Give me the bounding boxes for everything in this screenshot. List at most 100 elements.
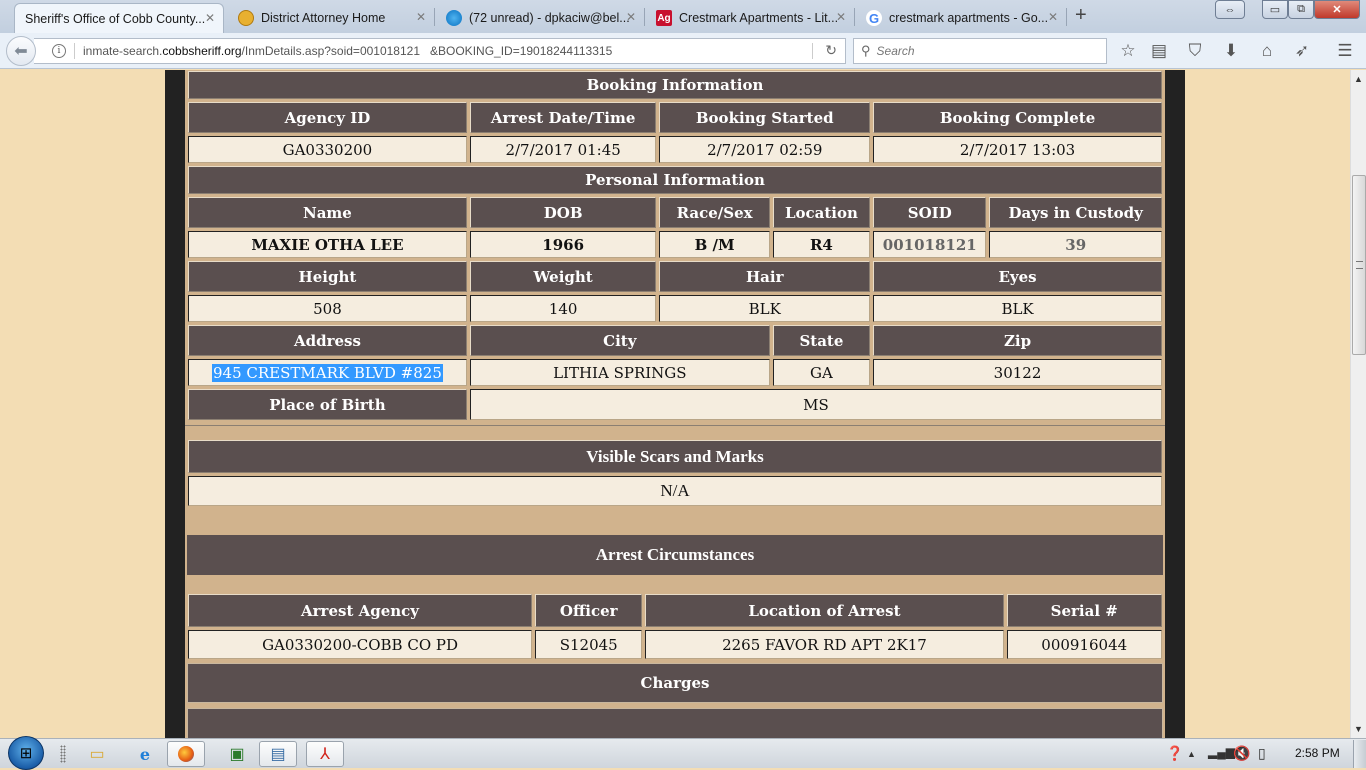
weight-header: Weight bbox=[469, 261, 657, 292]
soid-header: SOID bbox=[873, 197, 987, 228]
address-value-selected[interactable]: 945 CRESTMARK BLVD #825 bbox=[211, 363, 443, 382]
reload-separator bbox=[812, 43, 813, 59]
download-icon[interactable]: ⬇ bbox=[1220, 41, 1242, 61]
scrollbar-thumb[interactable] bbox=[1352, 175, 1366, 355]
acrobat-icon[interactable]: ⅄ bbox=[306, 741, 344, 767]
navigation-bar: i inmate-search.cobbsheriff.org/InmDetai… bbox=[0, 33, 1366, 69]
url-bar[interactable]: i inmate-search.cobbsheriff.org/InmDetai… bbox=[34, 38, 846, 64]
inmate-details: Booking Information Agency ID Arrest Dat… bbox=[185, 70, 1165, 738]
tab-close-icon[interactable]: ✕ bbox=[416, 10, 426, 24]
tab-google-search[interactable]: G crestmark apartments - Go... ✕ bbox=[856, 3, 1066, 33]
location-of-arrest-header: Location of Arrest bbox=[645, 594, 1004, 627]
document-viewer-icon[interactable]: ▤ bbox=[259, 741, 297, 767]
vertical-scrollbar[interactable]: ▲ ▼ bbox=[1350, 70, 1366, 738]
battery-icon[interactable]: ▯ bbox=[1258, 745, 1266, 762]
tab-close-icon[interactable]: ✕ bbox=[1048, 10, 1058, 24]
bookmark-star-icon[interactable]: ☆ bbox=[1117, 41, 1139, 61]
home-icon[interactable]: ⌂ bbox=[1256, 41, 1278, 61]
scroll-up-arrow-icon[interactable]: ▲ bbox=[1354, 74, 1363, 84]
task-manager-icon[interactable]: ▣ bbox=[218, 741, 256, 767]
city-value: LITHIA SPRINGS bbox=[469, 359, 770, 386]
att-globe-icon bbox=[446, 10, 462, 26]
hair-value: BLK bbox=[659, 295, 871, 322]
menu-icon[interactable]: ☰ bbox=[1334, 41, 1356, 61]
height-value: 508 bbox=[188, 295, 467, 322]
state-header: State bbox=[772, 325, 871, 356]
reload-icon[interactable]: ↻ bbox=[825, 42, 837, 59]
show-hidden-icons-icon[interactable]: ▲ bbox=[1187, 749, 1196, 759]
grip-icon bbox=[1356, 261, 1363, 269]
tab-sheriffs-office[interactable]: Sheriff's Office of Cobb County... ✕ bbox=[14, 3, 224, 33]
location-value: R4 bbox=[772, 231, 871, 258]
tab-close-icon[interactable]: ✕ bbox=[205, 11, 215, 25]
search-placeholder: Search bbox=[876, 44, 915, 58]
name-value: MAXIE OTHA LEE bbox=[188, 231, 467, 258]
internet-explorer-icon[interactable]: e bbox=[126, 741, 164, 767]
network-signal-icon[interactable]: ▂▄▆ bbox=[1208, 745, 1235, 759]
url-prefix: inmate-search. bbox=[83, 44, 163, 58]
agency-id-header: Agency ID bbox=[188, 102, 467, 133]
tab-separator bbox=[434, 8, 435, 26]
booking-started-value: 2/7/2017 02:59 bbox=[659, 136, 871, 163]
google-g-icon: G bbox=[866, 10, 882, 26]
booking-complete-header: Booking Complete bbox=[873, 102, 1162, 133]
arrest-agency-header: Arrest Agency bbox=[188, 594, 533, 627]
tab-email-unread[interactable]: (72 unread) - dpkaciw@bel... ✕ bbox=[436, 3, 644, 33]
state-value: GA bbox=[772, 359, 871, 386]
volume-muted-icon[interactable]: 🔇 bbox=[1233, 745, 1250, 762]
back-button[interactable]: ⬅ bbox=[6, 36, 36, 66]
restore-size-button[interactable]: ⇔ bbox=[1215, 0, 1245, 19]
search-input[interactable]: ⚲ Search bbox=[853, 38, 1107, 64]
officer-header: Officer bbox=[535, 594, 643, 627]
location-of-arrest-value: 2265 FAVOR RD APT 2K17 bbox=[645, 630, 1004, 659]
tab-title: (72 unread) - dpkaciw@bel... bbox=[469, 11, 630, 25]
tab-district-attorney[interactable]: District Attorney Home ✕ bbox=[228, 3, 434, 33]
location-header: Location bbox=[772, 197, 871, 228]
minimize-button[interactable]: ▭ bbox=[1262, 0, 1288, 19]
url-separator bbox=[74, 43, 75, 59]
windows-logo-icon: ⊞ bbox=[19, 745, 33, 762]
zip-value: 30122 bbox=[873, 359, 1162, 386]
soid-value: 001018121 bbox=[873, 231, 987, 258]
tab-crestmark-apartments[interactable]: Ag Crestmark Apartments - Lit... ✕ bbox=[646, 3, 854, 33]
close-window-button[interactable]: ✕ bbox=[1314, 0, 1360, 19]
tab-close-icon[interactable]: ✕ bbox=[626, 10, 636, 24]
agency-id-value: GA0330200 bbox=[188, 136, 467, 163]
race-sex-header: Race/Sex bbox=[659, 197, 770, 228]
send-icon[interactable]: ➶ bbox=[1291, 41, 1313, 61]
tab-close-icon[interactable]: ✕ bbox=[836, 10, 846, 24]
file-explorer-icon[interactable]: ▭ bbox=[78, 741, 116, 767]
start-button[interactable]: ⊞ bbox=[8, 736, 44, 770]
help-icon[interactable]: ❓ bbox=[1166, 745, 1183, 762]
weight-value: 140 bbox=[469, 295, 657, 322]
charges-section-title: Charges bbox=[187, 663, 1163, 703]
zip-header: Zip bbox=[873, 325, 1162, 356]
place-of-birth-header: Place of Birth bbox=[188, 389, 467, 420]
name-header: Name bbox=[188, 197, 467, 228]
url-text[interactable]: inmate-search.cobbsheriff.org/InmDetails… bbox=[83, 44, 612, 58]
personal-section-title: Personal Information bbox=[188, 166, 1162, 194]
new-tab-button[interactable]: + bbox=[1075, 4, 1087, 27]
tab-title: District Attorney Home bbox=[261, 11, 386, 25]
booking-complete-value: 2/7/2017 13:03 bbox=[873, 136, 1162, 163]
eyes-header: Eyes bbox=[873, 261, 1162, 292]
tab-title: Crestmark Apartments - Lit... bbox=[679, 11, 839, 25]
reading-list-icon[interactable]: ▤ bbox=[1148, 41, 1170, 61]
place-of-birth-value: MS bbox=[469, 389, 1162, 420]
maximize-button[interactable]: ⧉ bbox=[1288, 0, 1314, 19]
tab-separator bbox=[644, 8, 645, 26]
days-in-custody-value: 39 bbox=[989, 231, 1162, 258]
scroll-down-arrow-icon[interactable]: ▼ bbox=[1354, 724, 1363, 734]
show-desktop-button[interactable] bbox=[1353, 740, 1366, 768]
arrest-agency-value: GA0330200-COBB CO PD bbox=[188, 630, 533, 659]
firefox-icon[interactable] bbox=[167, 741, 205, 767]
url-domain: cobbsheriff.org bbox=[162, 44, 242, 58]
taskbar-grip[interactable] bbox=[60, 745, 66, 763]
pocket-icon[interactable]: ⛉ bbox=[1184, 41, 1206, 61]
taskbar-clock[interactable]: 2:58 PM bbox=[1295, 746, 1340, 760]
info-icon[interactable]: i bbox=[52, 44, 66, 58]
scars-value: N/A bbox=[188, 476, 1162, 506]
arrest-table: Arrest Agency Officer Location of Arrest… bbox=[185, 591, 1165, 662]
booking-section-title: Booking Information bbox=[188, 71, 1162, 99]
address-cell: 945 CRESTMARK BLVD #825 bbox=[188, 359, 467, 386]
